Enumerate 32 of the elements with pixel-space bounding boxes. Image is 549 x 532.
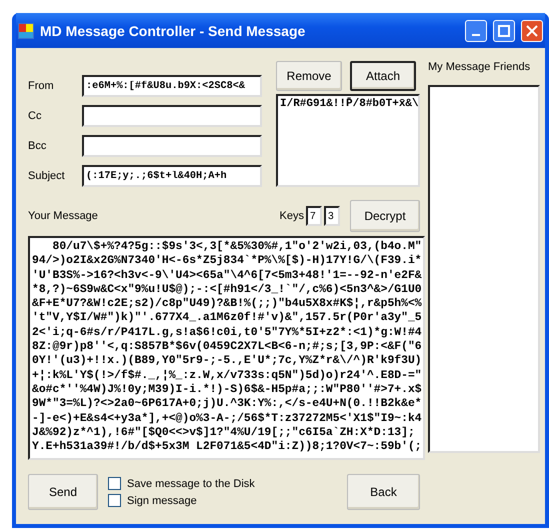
- minimize-button[interactable]: [465, 20, 487, 42]
- field-label: Subject: [28, 170, 66, 182]
- maximize-icon: [498, 24, 510, 36]
- minimize-icon: [472, 34, 480, 36]
- checkbox-label: Sign message: [127, 494, 197, 506]
- maximize-button[interactable]: [493, 20, 515, 42]
- close-icon: [526, 24, 538, 36]
- close-button[interactable]: [521, 20, 543, 42]
- key-field[interactable]: 7: [306, 206, 322, 226]
- attachment-list[interactable]: I/R#G91&!!P̄/8#b0T+x̄&\: [276, 94, 420, 187]
- keys-label: Keys: [280, 210, 304, 222]
- field-label: From: [28, 80, 55, 92]
- back-button[interactable]: Back: [347, 474, 420, 510]
- text-field[interactable]: [82, 135, 262, 157]
- attachment-button[interactable]: Remove: [276, 61, 342, 91]
- attachment-item[interactable]: I/R#G91&!!P̄/8#b0T+x̄&\: [280, 98, 416, 110]
- message-label: Your Message: [28, 210, 99, 222]
- app-icon: [18, 22, 34, 38]
- friends-label: My Message Friends: [428, 61, 532, 73]
- send-button[interactable]: Send: [28, 474, 98, 510]
- message-text[interactable]: 80/u7\$+%?4?5g::$9s'3<,3[*&5%30%#,1"o'2'w2i,03,(b4o.M" 94/>)o2I&x2G%N7340'H<-6s*Z5j834`*P%\%[$)-H)17Y!G/\(F39.i* 'U'B3S%->16?<h3v<-9\'U4><65a"\4^6[7<5m3+48!'1=--92-n'e2F& *8,?)~6S9w&C<x"9%u!U$@);-:<[#h91</3_!`"/,c%6)<5n3^&>/G1U0 &F+E*U7?&W!c2E;s2)/c8p"U49)?&B!%(;;)"b4u5X8x#K$¦,r&p5h%<% 't"V,Y$I/W#")k)"'.677X4_.a1M6z0f!#'v)&",157.5r(P0r'a3y"_5 2<'i;q-6#s/r/P417L.g,s!a$6!c0i,t0'5"7Y%*5I+z2*:<1)*g:W!#4 8Z:@9r)p8''<,q:S857B*$6v(0459C2X7L<B<6-n;#;s;[3,9P:<&F("6 0Y!'(u3)+!!x.)(B89,Y0"5r9-;-5.,E'U*;7c,Y%Z*r&\/^)R'k9f3U) +¦:k%L'Y$(!>/f$#._,¦%_:z.W,x/v733s:q5N")5d)o)r24'^.E8D-=" &o#c*''%4W)J%!0y;M39)I-i.*!)-S)6$&-H5p#a;;:W"P80''#>7+.x$ 9W*"3=%L)?<>2a0~6P617A+0;j)U.^3K:Y%:,</s-e4U+N(0.!!B2k&e* -]-e<)+E&s4<+y3a*],+<@)o%3-A-;/56$*T:z37272M5<'X1$"I9~:k4 J&%92)z*^1),!6#"[$Q0<<>v$]1?"4%U/19[;;"c6I5a`ZH:X*D:13]; Y.E+h531a39#!/b/d$+5x3M L2F071&5<4D"i:Z))8;1?0V<7~:59b'(;: [28, 236, 425, 460]
- window-title: MD Message Controller - Send Message: [40, 22, 306, 38]
- key-field[interactable]: 3: [324, 206, 340, 226]
- attachment-button[interactable]: Attach: [350, 61, 416, 91]
- friends-list[interactable]: [428, 85, 540, 453]
- decrypt-button[interactable]: Decrypt: [350, 200, 420, 232]
- text-field[interactable]: [82, 105, 262, 127]
- field-label: Cc: [28, 110, 42, 122]
- checkbox-label: Save message to the Disk: [127, 478, 255, 490]
- field-label: Bcc: [28, 140, 48, 152]
- checkbox[interactable]: [108, 494, 121, 507]
- checkbox[interactable]: [108, 477, 121, 490]
